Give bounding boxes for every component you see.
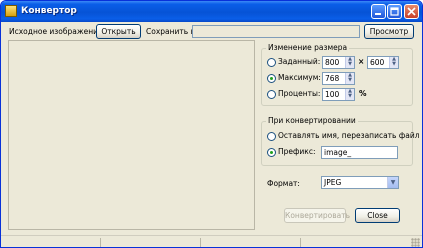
status-panel — [1, 238, 101, 247]
radio-custom-size[interactable] — [267, 58, 276, 67]
max-size-label: Максимум: — [278, 73, 321, 82]
status-panel — [201, 238, 301, 247]
convert-options-title: При конвертировании — [266, 116, 358, 126]
custom-height-value: 600 — [370, 58, 385, 67]
spin-down-icon[interactable]: ▼ — [346, 94, 354, 99]
max-size-value: 768 — [325, 74, 340, 83]
percent-value: 100 — [325, 90, 340, 99]
radio-overwrite[interactable] — [267, 132, 276, 141]
percent-label: Проценты: — [278, 89, 321, 98]
spin-down-icon[interactable]: ▼ — [346, 62, 354, 67]
close-window-button[interactable] — [404, 4, 419, 19]
open-button[interactable]: Открыть — [96, 24, 141, 39]
close-icon — [407, 7, 416, 16]
browse-button[interactable]: Просмотр — [364, 24, 414, 39]
chevron-down-icon[interactable]: ▼ — [387, 177, 398, 188]
title-bar[interactable]: Конвертор — [1, 1, 422, 22]
max-size-spinner[interactable]: 768 ▲ ▼ — [322, 72, 355, 85]
prefix-label: Префикс: — [278, 147, 316, 156]
minimize-button[interactable] — [371, 4, 386, 19]
convert-button[interactable]: Конвертировать — [284, 208, 350, 223]
convert-options-group — [261, 121, 413, 166]
status-panel — [101, 238, 201, 247]
radio-max-size[interactable] — [267, 74, 276, 83]
resize-grip-icon[interactable] — [411, 238, 420, 247]
overwrite-label: Оставлять имя, перезаписать файл — [278, 131, 420, 140]
status-bar — [1, 235, 422, 247]
maximize-button[interactable] — [387, 4, 402, 19]
resize-group-title: Изменение размера — [266, 43, 350, 53]
app-icon — [5, 5, 17, 17]
percent-spinner[interactable]: 100 ▲ ▼ — [322, 88, 355, 101]
radio-prefix[interactable] — [267, 148, 276, 157]
source-image-label: Исходное изображение: — [9, 27, 106, 36]
spin-down-icon[interactable]: ▼ — [346, 78, 354, 83]
save-to-field[interactable] — [192, 25, 360, 38]
save-to-label: Сохранить в: — [146, 27, 198, 36]
custom-width-spinner[interactable]: 800 ▲ ▼ — [322, 56, 355, 69]
minimize-icon — [375, 13, 381, 15]
prefix-input[interactable]: image_ — [321, 146, 398, 159]
converter-window: Конвертор Исходное изображение: Открыть … — [0, 0, 423, 248]
radio-percent[interactable] — [267, 90, 276, 99]
close-button[interactable]: Close — [355, 208, 400, 223]
window-title: Конвертор — [21, 6, 77, 16]
format-label: Формат: — [267, 179, 300, 188]
percent-symbol: % — [359, 89, 367, 98]
maximize-icon — [390, 7, 399, 16]
format-selected-value: JPEG — [324, 178, 342, 187]
format-select[interactable]: JPEG ▼ — [321, 176, 399, 189]
custom-height-spinner[interactable]: 600 ▲ ▼ — [367, 56, 399, 69]
custom-width-value: 800 — [325, 58, 340, 67]
image-preview-area — [8, 40, 255, 230]
times-symbol: × — [358, 57, 365, 66]
spin-down-icon[interactable]: ▼ — [390, 62, 398, 67]
custom-size-label: Заданный: — [278, 57, 321, 66]
